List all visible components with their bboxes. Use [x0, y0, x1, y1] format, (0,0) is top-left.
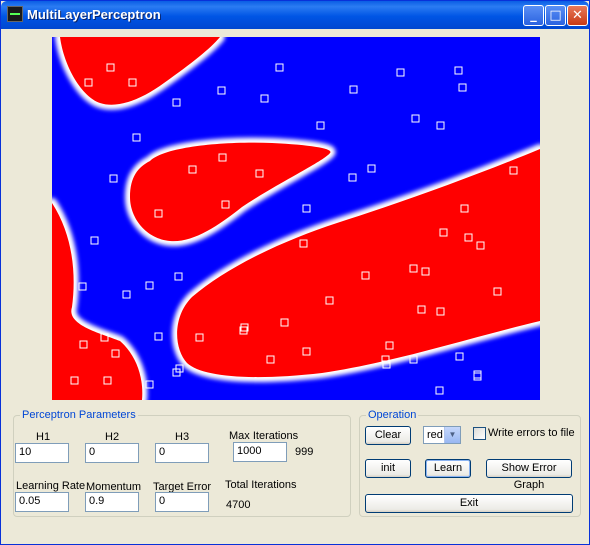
operation-legend: Operation	[368, 409, 417, 421]
max-iterations-input[interactable]: 1000	[233, 442, 287, 462]
perceptron-parameters-legend: Perceptron Parameters	[22, 409, 136, 421]
sample-point	[455, 352, 464, 361]
learn-button[interactable]: Learn	[425, 459, 471, 478]
sample-point	[396, 68, 405, 77]
h3-input[interactable]: 0	[155, 443, 209, 463]
close-icon: ✕	[572, 8, 583, 23]
h3-label: H3	[175, 431, 190, 443]
sample-point	[174, 272, 183, 281]
sample-point	[435, 386, 444, 395]
sample-point	[217, 86, 226, 95]
sample-point	[436, 121, 445, 130]
maximize-icon: □	[549, 8, 562, 23]
color-select[interactable]: red ▼	[423, 426, 461, 444]
max-iterations-label: Max Iterations	[229, 430, 299, 442]
minimize-icon: _	[530, 8, 537, 23]
total-iterations-value: 4700	[226, 499, 251, 511]
exit-button[interactable]: Exit	[365, 494, 573, 513]
clear-button[interactable]: Clear	[365, 426, 411, 445]
sample-point	[122, 290, 131, 299]
sample-point	[302, 204, 311, 213]
show-error-graph-button[interactable]: Show Error Graph	[486, 459, 572, 491]
sample-point	[90, 236, 99, 245]
classification-plot[interactable]	[52, 37, 540, 400]
momentum-input[interactable]: 0.9	[85, 492, 139, 512]
sample-point	[132, 133, 141, 142]
write-errors-label[interactable]: Write errors to file	[488, 427, 575, 439]
sample-point	[473, 370, 482, 379]
sample-point	[260, 94, 269, 103]
title-bar[interactable]: MultiLayerPerceptron _ □ ✕	[1, 1, 589, 29]
main-window: MultiLayerPerceptron _ □ ✕ Perceptron Pa…	[0, 0, 590, 545]
maximize-button[interactable]: □	[545, 5, 566, 26]
sample-point	[78, 282, 87, 291]
write-errors-checkbox[interactable]	[473, 427, 486, 440]
sample-point	[172, 98, 181, 107]
h2-label: H2	[105, 431, 120, 443]
sample-point	[154, 332, 163, 341]
h1-label: H1	[36, 431, 51, 443]
sample-point	[316, 121, 325, 130]
init-button[interactable]: init	[365, 459, 411, 478]
sample-point	[458, 83, 467, 92]
chevron-down-icon[interactable]: ▼	[444, 427, 460, 443]
learning-rate-input[interactable]: 0.05	[15, 492, 69, 512]
decision-surface	[52, 37, 540, 400]
client-area: Perceptron Parameters H1 10 H2 0 H3 0 Ma…	[4, 29, 586, 543]
sample-point	[348, 173, 357, 182]
h1-input[interactable]: 10	[15, 443, 69, 463]
sample-point	[411, 114, 420, 123]
current-iteration-value: 999	[295, 446, 314, 458]
close-button[interactable]: ✕	[567, 5, 588, 26]
sample-point	[454, 66, 463, 75]
sample-point	[109, 174, 118, 183]
total-iterations-label: Total Iterations	[225, 479, 297, 491]
minimize-button[interactable]: _	[523, 5, 544, 26]
sample-point	[349, 85, 358, 94]
h2-input[interactable]: 0	[85, 443, 139, 463]
target-error-input[interactable]: 0	[155, 492, 209, 512]
sample-point	[275, 63, 284, 72]
learning-rate-label: Learning Rate	[16, 480, 86, 492]
color-select-value: red	[427, 429, 443, 441]
app-icon	[7, 6, 23, 22]
sample-point	[473, 372, 482, 381]
sample-point	[367, 164, 376, 173]
sample-point	[145, 281, 154, 290]
window-title: MultiLayerPerceptron	[27, 7, 161, 22]
